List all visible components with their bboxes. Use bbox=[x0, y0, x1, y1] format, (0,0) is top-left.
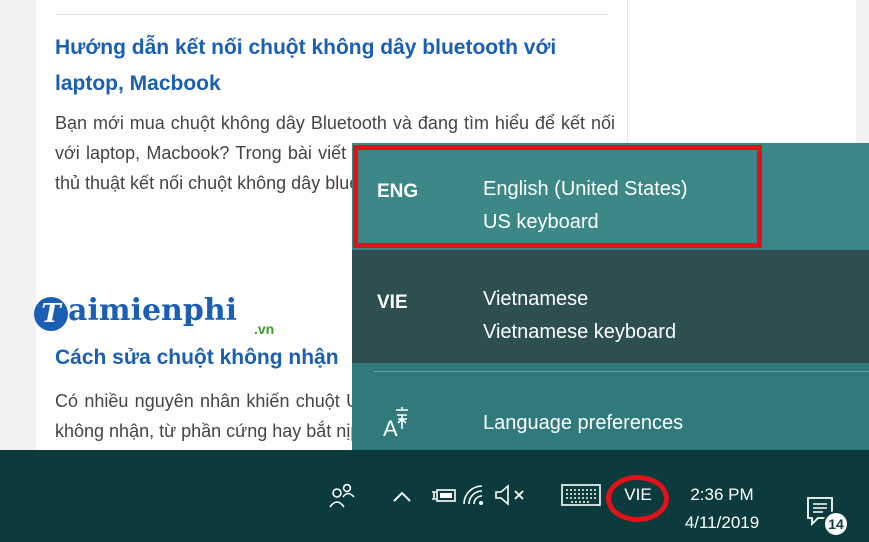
language-preferences-label: Language preferences bbox=[483, 412, 684, 434]
keyboard-layout: Vietnamese keyboard bbox=[483, 321, 677, 343]
notification-count-badge: 14 bbox=[823, 511, 849, 537]
language-name: Vietnamese bbox=[483, 288, 589, 310]
clock-date: 4/11/2019 bbox=[684, 513, 760, 532]
battery-icon[interactable] bbox=[431, 488, 457, 504]
chevron-up-icon[interactable] bbox=[392, 481, 412, 511]
clock[interactable]: 2:36 PM 4/11/2019 bbox=[676, 481, 768, 537]
logo-suffix: .vn bbox=[254, 321, 275, 337]
svg-text:A: A bbox=[383, 416, 398, 438]
clock-time: 2:36 PM bbox=[690, 485, 754, 504]
language-code: VIE bbox=[377, 292, 408, 313]
logo-initial: T bbox=[34, 297, 68, 331]
logo-text: aimienphi bbox=[68, 293, 238, 328]
language-preferences-icon: A bbox=[383, 406, 411, 443]
annotation-highlight-box bbox=[353, 145, 762, 248]
article-title-link[interactable]: Hướng dẫn kết nối chuột không dây blueto… bbox=[55, 30, 615, 102]
touch-keyboard-icon[interactable] bbox=[561, 484, 601, 506]
annotation-highlight-circle bbox=[606, 475, 669, 522]
volume-muted-icon[interactable] bbox=[493, 484, 529, 506]
divider bbox=[55, 14, 608, 15]
taimienphi-logo: T aimienphi .vn bbox=[34, 291, 274, 341]
language-preferences-link[interactable]: A Language preferences bbox=[352, 372, 869, 460]
language-item-vie[interactable]: VIE Vietnamese Vietnamese keyboard bbox=[352, 250, 869, 363]
wifi-icon[interactable] bbox=[460, 482, 486, 508]
people-icon[interactable] bbox=[329, 480, 355, 510]
